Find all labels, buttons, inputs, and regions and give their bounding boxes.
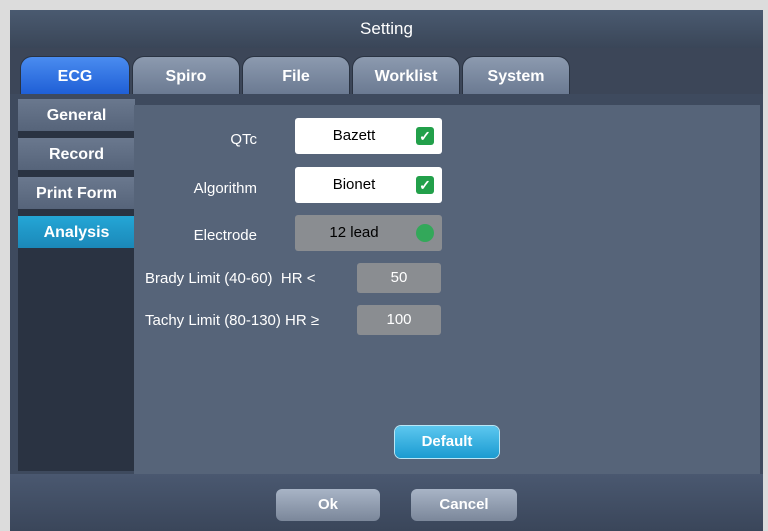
settings-dialog: Setting ECG Spiro File Worklist System G… [10,10,763,531]
electrode-select: 12 lead [295,215,442,251]
tab-system[interactable]: System [462,56,570,94]
sidebar: General Record Print Form Analysis [18,99,135,471]
qtc-value: Bazett [332,127,376,144]
tachy-limit-input[interactable]: 100 [357,305,441,335]
tab-ecg[interactable]: ECG [20,56,130,94]
check-icon [416,224,434,242]
check-icon: ✓ [416,127,434,145]
tab-spiro[interactable]: Spiro [132,56,240,94]
ok-button[interactable]: Ok [276,489,380,521]
tab-bar: ECG Spiro File Worklist System [10,48,763,94]
cancel-button[interactable]: Cancel [411,489,517,521]
sidebar-item-analysis[interactable]: Analysis [18,216,135,249]
tab-file[interactable]: File [242,56,350,94]
tab-worklist[interactable]: Worklist [352,56,460,94]
algorithm-select[interactable]: Bionet ✓ [295,167,442,203]
qtc-select[interactable]: Bazett ✓ [295,118,442,154]
algorithm-label: Algorithm [193,180,257,197]
tachy-limit-label: Tachy Limit (80-130) HR ≥ [145,312,320,329]
footer: Ok Cancel [10,474,763,531]
settings-body: General Record Print Form Analysis QTc B… [10,94,763,474]
window: Setting ECG Spiro File Worklist System G… [0,0,768,531]
electrode-value: 12 lead [329,224,379,241]
electrode-label: Electrode [193,227,257,244]
sidebar-item-record[interactable]: Record [18,138,135,171]
qtc-label: QTc [230,131,257,148]
sidebar-item-print-form[interactable]: Print Form [18,177,135,210]
window-title: Setting [360,19,413,38]
brady-limit-input[interactable]: 50 [357,263,441,293]
title-bar: Setting [10,10,763,48]
check-icon: ✓ [416,176,434,194]
default-button[interactable]: Default [395,426,499,458]
analysis-panel: QTc Bazett ✓ Algorithm Bionet ✓ Electrod… [134,105,760,474]
algorithm-value: Bionet [332,176,376,193]
sidebar-item-general[interactable]: General [18,99,135,132]
brady-limit-label: Brady Limit (40-60) HR < [145,270,316,287]
